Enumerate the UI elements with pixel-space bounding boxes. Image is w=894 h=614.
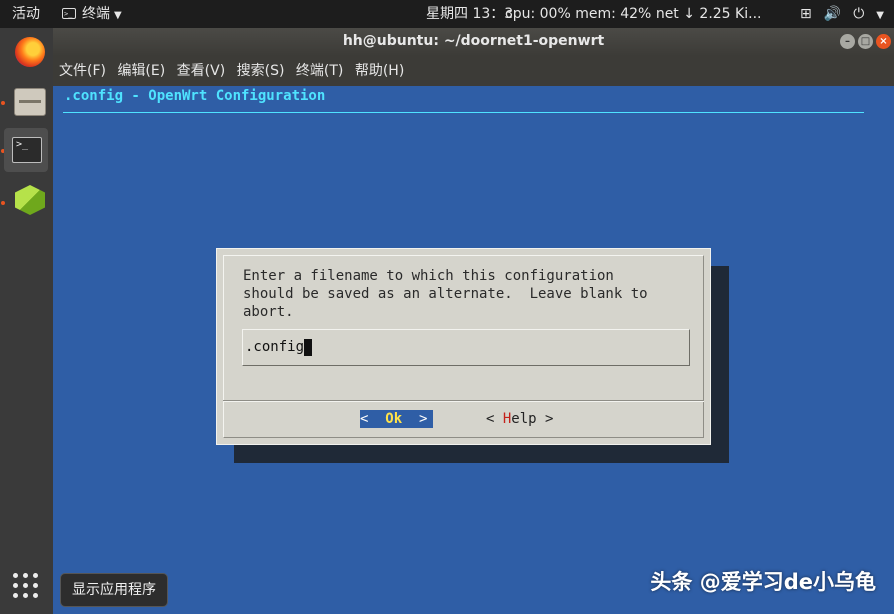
show-apps-tooltip: 显示应用程序 — [60, 573, 168, 607]
dialog-divider-highlight — [223, 401, 704, 402]
terminal-app-icon: >_ — [62, 7, 76, 19]
power-icon[interactable]: ⏻ — [853, 6, 864, 22]
help-label-rest: elp > — [511, 411, 554, 427]
header-divider — [63, 112, 864, 113]
ok-bracket-right: > — [402, 411, 428, 427]
close-button[interactable]: × — [876, 34, 891, 49]
network-icon[interactable]: ⊞ — [800, 6, 812, 22]
terminal-window: hh@ubuntu: ~/doornet1-openwrt – □ × 文件(F… — [53, 28, 894, 614]
menuconfig-header: .config - OpenWrt Configuration — [64, 88, 326, 104]
firefox-icon — [15, 37, 45, 67]
dock-box-app[interactable] — [4, 178, 48, 222]
filename-input[interactable]: .config — [242, 329, 690, 366]
dialog-prompt: Enter a filename to which this configura… — [243, 268, 648, 320]
volume-icon[interactable]: 🔊 — [824, 6, 841, 22]
activities-button[interactable]: 活动 — [12, 0, 40, 28]
box-icon — [15, 185, 45, 215]
dock-files[interactable] — [4, 78, 48, 122]
chevron-down-icon[interactable]: ▼ — [876, 10, 884, 21]
system-monitor[interactable]: cpu: 00% mem: 42% net ↓ 2.25 Ki... — [505, 0, 761, 28]
window-title: hh@ubuntu: ~/doornet1-openwrt — [342, 33, 605, 49]
chevron-down-icon: ▼ — [114, 10, 122, 21]
menu-file[interactable]: 文件(F) — [59, 56, 106, 86]
ok-bracket-left: < — [360, 411, 386, 427]
files-icon — [14, 88, 46, 116]
app-name: 终端 — [82, 6, 110, 22]
menu-edit[interactable]: 编辑(E) — [117, 56, 165, 86]
dock: >_ — [0, 28, 54, 614]
system-tray[interactable]: ⊞ 🔊 ⏻ ▼ — [788, 0, 884, 28]
help-bracket-left: < — [486, 411, 503, 427]
minimize-button[interactable]: – — [840, 34, 855, 49]
terminal-content[interactable]: .config - OpenWrt Configuration Enter a … — [53, 86, 894, 614]
dock-terminal[interactable]: >_ — [4, 128, 48, 172]
menu-view[interactable]: 查看(V) — [177, 56, 226, 86]
text-cursor — [304, 339, 313, 356]
dock-firefox[interactable] — [4, 30, 48, 74]
menu-help[interactable]: 帮助(H) — [355, 56, 404, 86]
menu-bar: 文件(F) 编辑(E) 查看(V) 搜索(S) 终端(T) 帮助(H) — [53, 56, 894, 86]
clock[interactable]: 星期四 13：3 — [426, 0, 513, 28]
filename-value: .config — [245, 339, 305, 355]
menu-terminal[interactable]: 终端(T) — [296, 56, 343, 86]
ok-button[interactable]: < Ok > — [360, 410, 433, 428]
menu-search[interactable]: 搜索(S) — [237, 56, 285, 86]
watermark: 头条 @爱学习de小乌龟 — [650, 570, 876, 594]
ok-label: Ok — [385, 411, 403, 427]
app-menu-button[interactable]: >_ 终端 ▼ — [62, 0, 122, 28]
top-bar: 活动 >_ 终端 ▼ 星期四 13：3 cpu: 00% mem: 42% net … — [0, 0, 894, 28]
terminal-icon: >_ — [12, 137, 42, 163]
show-apps-grid-icon[interactable] — [13, 573, 39, 599]
help-button[interactable]: < Help > — [486, 410, 553, 428]
save-as-dialog: Enter a filename to which this configura… — [216, 248, 711, 445]
window-titlebar[interactable]: hh@ubuntu: ~/doornet1-openwrt – □ × — [53, 28, 894, 56]
maximize-button[interactable]: □ — [858, 34, 873, 49]
